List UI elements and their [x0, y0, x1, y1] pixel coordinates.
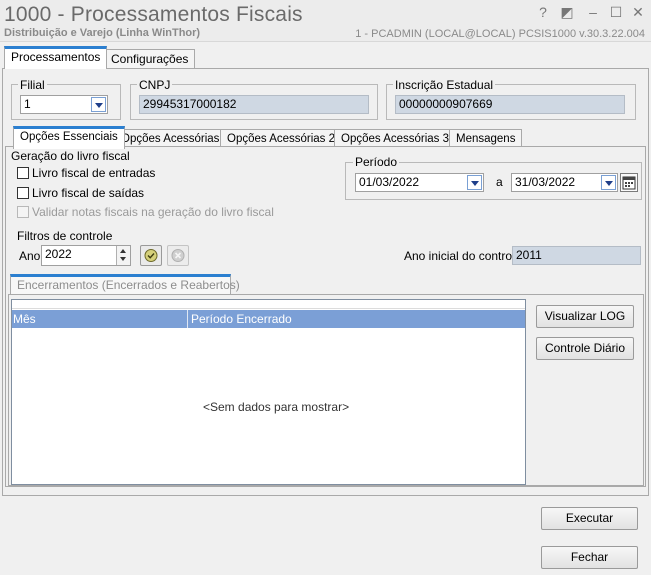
- periodo-end-select[interactable]: 31/03/2022: [511, 173, 618, 192]
- help-icon[interactable]: ?: [533, 2, 553, 22]
- minimize-icon[interactable]: –: [583, 2, 603, 22]
- entradas-label: Livro fiscal de entradas: [32, 166, 156, 180]
- fechar-button[interactable]: Fechar: [541, 546, 638, 569]
- cnpj-field: 29945317000182: [139, 95, 369, 114]
- ano-label: Ano: [19, 249, 41, 263]
- executar-button[interactable]: Executar: [541, 507, 638, 530]
- inscricao-label: Inscrição Estadual: [393, 78, 496, 92]
- saidas-checkbox[interactable]: [17, 187, 29, 199]
- chevron-down-icon[interactable]: [91, 97, 106, 112]
- confirm-ano-button[interactable]: [140, 245, 162, 266]
- ano-stepper[interactable]: 2022: [41, 245, 131, 266]
- calendar-icon[interactable]: [620, 173, 638, 192]
- window-subtitle: Distribuição e Varejo (Linha WinThor): [4, 27, 201, 39]
- ano-value: 2022: [45, 247, 72, 261]
- chevron-down-icon[interactable]: [467, 175, 482, 190]
- visualizar-log-button[interactable]: Visualizar LOG: [536, 305, 634, 328]
- filial-label: Filial: [18, 78, 47, 92]
- chevron-down-icon[interactable]: [601, 175, 616, 190]
- inscricao-field: 00000000907669: [395, 95, 625, 114]
- periodo-end-value: 31/03/2022: [515, 175, 576, 189]
- filial-select[interactable]: 1: [20, 95, 108, 114]
- close-icon[interactable]: ✕: [628, 2, 648, 22]
- validar-checkbox: [17, 206, 29, 218]
- filial-value: 1: [24, 97, 31, 111]
- validar-label: Validar notas fiscais na geração do livr…: [32, 205, 274, 219]
- cancel-ano-button: [167, 245, 189, 266]
- periodo-start-value: 01/03/2022: [359, 175, 420, 189]
- restore-icon[interactable]: ◩: [557, 2, 577, 22]
- filtros-title: Filtros de controle: [17, 229, 113, 243]
- entradas-checkbox[interactable]: [17, 167, 29, 179]
- session-info: 1 - PCADMIN (LOCAL@LOCAL) PCSIS1000 v.30…: [355, 28, 645, 40]
- column-header-mes[interactable]: Mês: [12, 310, 188, 328]
- check-icon: [144, 249, 158, 262]
- saidas-label: Livro fiscal de saídas: [32, 186, 145, 200]
- periodo-label: Período: [353, 155, 400, 169]
- tab-opcoes-essenciais[interactable]: Opções Essenciais: [13, 126, 125, 149]
- grid-group-bar: [12, 300, 525, 309]
- cancel-icon: [171, 249, 185, 262]
- column-header-periodo[interactable]: Período Encerrado: [188, 310, 525, 328]
- ano-inicial-field: 2011: [512, 246, 641, 265]
- empty-grid-message: <Sem dados para mostrar>: [203, 400, 350, 414]
- ano-inicial-label: Ano inicial do controle: [404, 249, 522, 263]
- stepper-arrows-icon[interactable]: [116, 246, 130, 265]
- tab-encerramentos[interactable]: Encerramentos (Encerrados e Reabertos): [10, 274, 240, 295]
- window-title: 1000 - Processamentos Fiscais: [4, 3, 303, 26]
- tab-processamentos[interactable]: Processamentos: [4, 46, 108, 69]
- periodo-start-select[interactable]: 01/03/2022: [355, 173, 484, 192]
- geracao-title: Geração do livro fiscal: [11, 149, 130, 163]
- tab-configuracoes[interactable]: Configurações: [104, 49, 196, 69]
- periodo-separator: a: [496, 175, 503, 189]
- controle-diario-button[interactable]: Controle Diário: [536, 337, 634, 360]
- cnpj-label: CNPJ: [137, 78, 173, 92]
- maximize-icon[interactable]: ☐: [606, 2, 626, 22]
